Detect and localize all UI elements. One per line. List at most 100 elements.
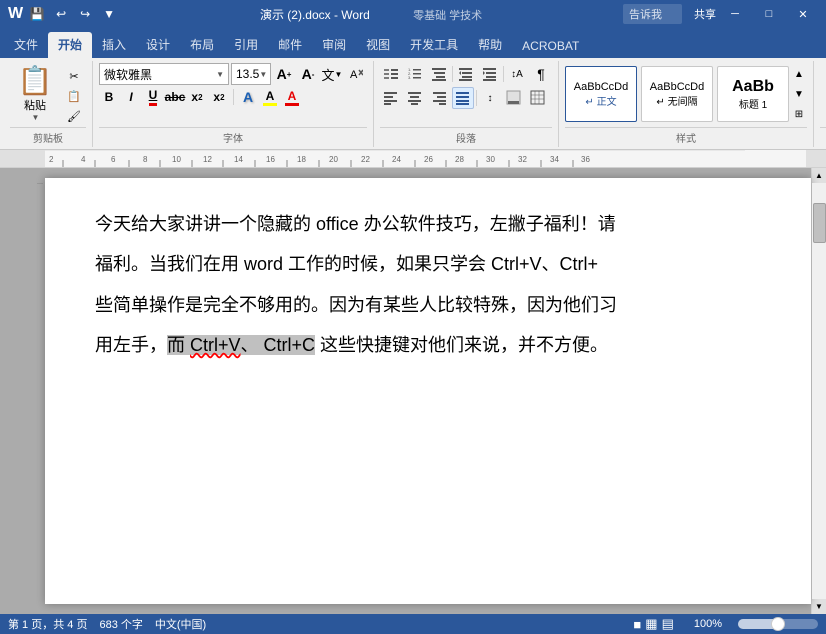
para-divider3 [476, 90, 477, 106]
title-text: 演示 (2).docx - Word [260, 8, 370, 22]
cut-button[interactable]: ✂ [62, 67, 86, 85]
cut-icon: ✂ [69, 70, 78, 83]
maximize-button[interactable]: □ [754, 4, 784, 24]
multilevel-list-button[interactable] [428, 63, 450, 85]
style-normal[interactable]: AaBbCcDd ↵ 正文 [565, 66, 637, 122]
svg-text:4: 4 [81, 155, 86, 164]
style-no-spacing-name: ↵ 无间隔 [656, 93, 697, 108]
share-button[interactable]: 共享 [694, 6, 716, 22]
right-scrollbar[interactable]: ▲ ▼ [811, 168, 826, 614]
style-items: AaBbCcDd ↵ 正文 AaBbCcDd ↵ 无间隔 AaBb 标题 1 [565, 66, 789, 122]
redo-button[interactable]: ↪ [75, 4, 95, 24]
format-painter-button[interactable]: 🖌 [62, 107, 86, 125]
tab-view[interactable]: 视图 [356, 32, 400, 58]
decrease-indent-button[interactable] [455, 63, 477, 85]
minimize-button[interactable]: ─ [720, 4, 750, 24]
ruler-left-margin [8, 150, 45, 167]
tab-insert[interactable]: 插入 [92, 32, 136, 58]
align-left-button[interactable] [380, 87, 402, 109]
para4-text-before: 用左手， [95, 335, 167, 355]
tab-file[interactable]: 文件 [4, 32, 48, 58]
align-right-button[interactable] [428, 87, 450, 109]
document-page[interactable]: 今天给大家讲讲一个隐藏的 office 办公软件技巧，左撇子福利！请 福利。当我… [45, 178, 811, 604]
tab-layout[interactable]: 布局 [180, 32, 224, 58]
numbering-button[interactable]: 1.2.3. [404, 63, 426, 85]
copy-button[interactable]: 📋 [62, 87, 86, 105]
tab-references[interactable]: 引用 [224, 32, 268, 58]
sort-button[interactable]: ↕A [506, 63, 528, 85]
increase-font-button[interactable]: A+ [273, 63, 295, 85]
font-name-selector[interactable]: 微软雅黑 ▼ [99, 63, 229, 85]
scroll-down-button[interactable]: ▼ [812, 599, 826, 614]
style-expand-button[interactable]: ⊞ [791, 105, 807, 123]
svg-text:2: 2 [49, 155, 54, 164]
scroll-thumb[interactable] [813, 203, 826, 243]
para-content: 1.2.3. ↕A ¶ [380, 63, 552, 125]
bold-button[interactable]: B [99, 87, 119, 107]
svg-text:18: 18 [297, 155, 306, 164]
tab-home[interactable]: 开始 [48, 32, 92, 58]
zoom-level: 100% [694, 618, 722, 630]
underline-button[interactable]: U [143, 87, 163, 107]
para3-text: 些简单操作是完全不够用的。因为有某些人比较特殊，因为他们习 [95, 295, 617, 315]
search-box[interactable]: 告诉我 [623, 4, 682, 24]
svg-text:36: 36 [581, 155, 590, 164]
bullet-list-button[interactable] [380, 63, 402, 85]
clear-format-button[interactable]: A [345, 63, 367, 85]
ruler-left-control[interactable] [0, 150, 8, 168]
superscript-button[interactable]: x2 [209, 87, 229, 107]
font-content: 微软雅黑 ▼ 13.5 ▼ A+ A- 文▼ A B I [99, 63, 367, 125]
paste-dropdown-arrow: ▼ [32, 113, 40, 122]
title-bar-left: W 💾 ↩ ↪ ▼ [8, 4, 119, 24]
tab-design[interactable]: 设计 [136, 32, 180, 58]
svg-text:12: 12 [203, 155, 212, 164]
text-effect-button[interactable]: A [238, 87, 258, 107]
tab-acrobat[interactable]: ACROBAT [512, 35, 589, 58]
tab-review[interactable]: 审阅 [312, 32, 356, 58]
decrease-font-button[interactable]: A- [297, 63, 319, 85]
line-spacing-button[interactable]: ↕ [479, 87, 501, 109]
change-case-button[interactable]: 文▼ [321, 63, 343, 85]
tab-developer[interactable]: 开发工具 [400, 32, 468, 58]
italic-button[interactable]: I [121, 87, 141, 107]
save-button[interactable]: 💾 [27, 4, 47, 24]
highlight-button[interactable]: A [260, 87, 280, 107]
customize-qat-button[interactable]: ▼ [99, 4, 119, 24]
scroll-up-button[interactable]: ▲ [812, 168, 826, 183]
zoom-slider[interactable] [738, 619, 818, 629]
increase-indent-button[interactable] [479, 63, 501, 85]
style-no-spacing[interactable]: AaBbCcDd ↵ 无间隔 [641, 66, 713, 122]
strikethrough-button[interactable]: abc [165, 87, 185, 107]
show-marks-button[interactable]: ¶ [530, 63, 552, 85]
left-mark1 [37, 183, 43, 184]
paragraph-4: 用左手，而 Ctrl+V、 Ctrl+C 这些快捷键对他们来说，并不方便。 [95, 329, 761, 361]
scroll-track[interactable] [812, 183, 826, 599]
svg-text:30: 30 [486, 155, 495, 164]
clipboard-label: 剪贴板 [10, 127, 86, 145]
style-up-button[interactable]: ▲ [791, 65, 807, 83]
font-row1: 微软雅黑 ▼ 13.5 ▼ A+ A- 文▼ A [99, 63, 367, 85]
company-name: 零基础 学技术 [413, 10, 482, 22]
undo-button[interactable]: ↩ [51, 4, 71, 24]
font-size-selector[interactable]: 13.5 ▼ [231, 63, 271, 85]
tab-help[interactable]: 帮助 [468, 32, 512, 58]
borders-button[interactable] [527, 87, 549, 109]
find-button[interactable]: 🔍 查找 [820, 74, 826, 118]
paragraph-3: 些简单操作是完全不够用的。因为有某些人比较特殊，因为他们习 [95, 289, 761, 321]
font-size-value: 13.5 [236, 67, 259, 81]
style-down-button[interactable]: ▼ [791, 85, 807, 103]
justify-button[interactable] [452, 87, 474, 109]
tab-mailings[interactable]: 邮件 [268, 32, 312, 58]
editing-label: 编辑 [820, 127, 826, 145]
style-heading1[interactable]: AaBb 标题 1 [717, 66, 789, 122]
align-center-button[interactable] [404, 87, 426, 109]
paste-button[interactable]: 📋 粘贴 ▼ [10, 63, 60, 123]
zoom-thumb[interactable] [771, 617, 785, 631]
shading-button[interactable] [503, 87, 525, 109]
subscript-button[interactable]: x2 [187, 87, 207, 107]
style-normal-label: AaBbCcDd [574, 81, 628, 93]
print-layout-button[interactable]: ■ [633, 617, 641, 632]
close-button[interactable]: ✕ [788, 4, 818, 24]
font-color-button[interactable]: A [282, 87, 302, 107]
font-row2: B I U abc x2 x2 A A [99, 87, 302, 107]
